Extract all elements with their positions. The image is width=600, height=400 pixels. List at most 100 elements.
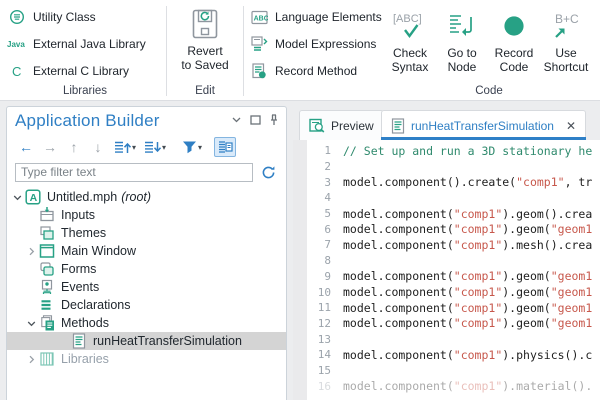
line-number: 6: [307, 223, 331, 236]
tree-item-events[interactable]: Events: [7, 278, 286, 296]
pin-panel-icon[interactable]: [268, 114, 280, 126]
line-number: 5: [307, 207, 331, 220]
record-code-button[interactable]: RecordCode: [488, 8, 540, 74]
code-line-15[interactable]: 15: [293, 363, 600, 379]
application-builder-panel: Application Builder ← → ↑ ↓ ▾ ▾ ▾ AUntit…: [6, 106, 287, 400]
code-text: model.component().create("comp1", tr: [343, 175, 592, 189]
show-in-editor-toggle[interactable]: [214, 137, 236, 157]
revert-to-saved-button[interactable]: Revertto Saved: [170, 6, 240, 72]
chevron-down-icon[interactable]: [25, 319, 38, 328]
line-number: 2: [307, 160, 331, 173]
method-doc-icon: [391, 118, 405, 134]
list-up-icon: [114, 140, 131, 155]
language-elements-button[interactable]: ABC Language Elements: [248, 4, 382, 30]
check-syntax-button[interactable]: [ABC] CheckSyntax: [384, 8, 436, 74]
move-down-arrow-button[interactable]: ↓: [88, 138, 108, 156]
tree-item-libraries[interactable]: Libraries: [7, 350, 286, 368]
line-number: 16: [307, 380, 331, 393]
go-to-node-button[interactable]: Go toNode: [436, 8, 488, 74]
tree-item-label: Methods: [61, 316, 109, 330]
language-elements-label: Language Elements: [275, 10, 382, 24]
filter-button[interactable]: ▾: [180, 138, 204, 156]
code-line-4[interactable]: 4: [293, 190, 600, 206]
back-button[interactable]: ←: [16, 138, 36, 156]
chevron-right-icon[interactable]: [25, 355, 38, 364]
tree-item-forms[interactable]: Forms: [7, 260, 286, 278]
record-method-icon: [248, 63, 270, 79]
tab-preview[interactable]: Preview: [299, 110, 384, 140]
code-editor-area[interactable]: 1// Set up and run a 3D stationary he23m…: [293, 140, 600, 400]
filter-text-input[interactable]: [15, 163, 253, 182]
forward-button[interactable]: →: [40, 138, 60, 156]
libraries-group-label: Libraries: [6, 85, 164, 97]
application-tree: AUntitled.mph(root) Inputs ThemesMain Wind…: [7, 188, 286, 368]
record-method-button[interactable]: Record Method: [248, 58, 357, 84]
svg-text:Java: Java: [7, 40, 25, 49]
line-number: 15: [307, 364, 331, 377]
go-to-node-icon: [448, 8, 476, 44]
methods-icon: [38, 315, 55, 331]
code-line-8[interactable]: 8: [293, 253, 600, 269]
svg-text:ABC: ABC: [253, 15, 267, 22]
workspace-backdrop: Application Builder ← → ↑ ↓ ▾ ▾ ▾ AUntit…: [0, 101, 600, 400]
funnel-icon: [182, 140, 197, 154]
code-line-6[interactable]: 6model.component("comp1").geom("geom1: [293, 221, 600, 237]
tab-run-heat-transfer-simulation[interactable]: runHeatTransferSimulation ✕: [381, 110, 586, 140]
line-number: 12: [307, 317, 331, 330]
ribbon-group-code-small-buttons: ABC Language Elements Model Expressions …: [248, 0, 386, 100]
external-java-library-button[interactable]: Java External Java Library: [6, 31, 146, 57]
refresh-icon[interactable]: [261, 165, 276, 180]
tree-item-main-window[interactable]: Main Window: [7, 242, 286, 260]
close-tab-icon[interactable]: ✕: [566, 120, 576, 132]
use-shortcut-button[interactable]: B+C UseShortcut: [540, 8, 592, 74]
tree-item-label: Inputs: [61, 208, 95, 222]
code-lines: 1// Set up and run a 3D stationary he23m…: [293, 143, 600, 394]
sort-descending-button[interactable]: ▾: [142, 138, 168, 156]
tree-item-inputs[interactable]: Inputs: [7, 206, 286, 224]
tree-item-methods[interactable]: Methods: [7, 314, 286, 332]
edit-group-label: Edit: [170, 85, 240, 97]
external-c-library-button[interactable]: C External C Library: [6, 58, 129, 84]
float-panel-icon[interactable]: [249, 114, 261, 126]
code-line-11[interactable]: 11model.component("comp1").geom("geom1: [293, 300, 600, 316]
list-down-icon: [144, 140, 161, 155]
code-text: // Set up and run a 3D stationary he: [343, 144, 592, 158]
tab-preview-label: Preview: [331, 119, 374, 133]
code-line-9[interactable]: 9model.component("comp1").geom("geom1: [293, 269, 600, 285]
method-doc-icon: [70, 333, 87, 349]
themes-icon: [38, 225, 55, 241]
tree-item-declarations[interactable]: Declarations: [7, 296, 286, 314]
code-line-1[interactable]: 1// Set up and run a 3D stationary he: [293, 143, 600, 159]
code-line-3[interactable]: 3model.component().create("comp1", tr: [293, 174, 600, 190]
sidebar-toolbar: ← → ↑ ↓ ▾ ▾ ▾: [7, 135, 286, 159]
chevron-right-icon[interactable]: [25, 247, 38, 256]
sort-ascending-button[interactable]: ▾: [112, 138, 138, 156]
panel-menu-chevron-icon[interactable]: [230, 114, 242, 126]
tree-item-untitled-mph[interactable]: AUntitled.mph(root): [7, 188, 286, 206]
language-elements-icon: ABC: [248, 9, 270, 25]
forms-icon: [38, 261, 55, 277]
move-up-arrow-button[interactable]: ↑: [64, 138, 84, 156]
tree-item-runheattransfersimulation[interactable]: runHeatTransferSimulation: [7, 332, 286, 350]
code-line-16[interactable]: 16model.component("comp1").material().: [293, 378, 600, 394]
code-line-10[interactable]: 10model.component("comp1").geom("geom1: [293, 284, 600, 300]
code-line-13[interactable]: 13: [293, 331, 600, 347]
model-expressions-button[interactable]: Model Expressions: [248, 31, 376, 57]
tree-item-label: runHeatTransferSimulation: [93, 334, 242, 348]
tree-item-themes[interactable]: Themes: [7, 224, 286, 242]
code-line-5[interactable]: 5model.component("comp1").geom().crea: [293, 206, 600, 222]
ribbon-group-edit: Revertto Saved Edit: [170, 0, 240, 100]
external-java-library-label: External Java Library: [33, 37, 146, 51]
code-text: model.component("comp1").geom("geom1: [343, 316, 592, 330]
tree-item-label: Events: [61, 280, 99, 294]
chevron-down-icon[interactable]: [11, 193, 24, 202]
utility-class-label: Utility Class: [33, 10, 96, 24]
tree-item-label: Forms: [61, 262, 96, 276]
code-line-14[interactable]: 14model.component("comp1").physics().c: [293, 347, 600, 363]
utility-class-button[interactable]: Utility Class: [6, 4, 96, 30]
code-line-12[interactable]: 12 model.component("comp1").geom("geom1: [293, 316, 600, 332]
libraries-icon: [38, 351, 55, 367]
panel-title: Application Builder: [15, 111, 160, 130]
code-line-2[interactable]: 2: [293, 159, 600, 175]
code-line-7[interactable]: 7model.component("comp1").mesh().crea: [293, 237, 600, 253]
